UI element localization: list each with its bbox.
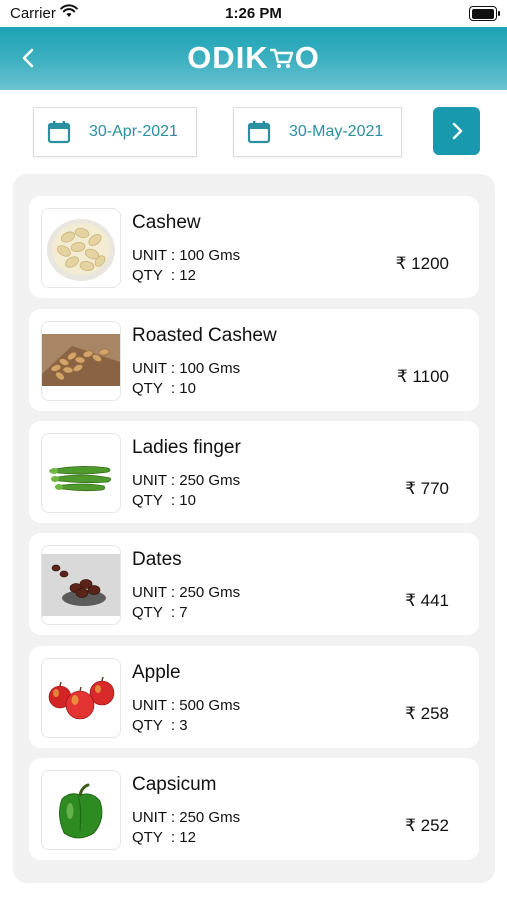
list-item[interactable]: Ladies finger UNIT : 250 Gms QTY : 10 ₹ … [29,421,479,523]
qty-label: QTY : [132,267,176,284]
logo-text-end: O [294,40,320,75]
product-name: Cashew [132,212,201,233]
unit-value: 250 Gms [179,472,241,489]
product-unit: UNIT : 250 Gms [132,809,240,826]
product-unit: UNIT : 100 Gms [132,360,240,377]
unit-label: UNIT : [132,360,176,377]
product-price: ₹ 1200 [395,254,449,273]
capsicum-image [41,770,121,850]
unit-value: 500 Gms [179,697,241,714]
qty-value: 3 [179,717,188,734]
product-price: ₹ 770 [405,479,449,498]
product-qty: QTY : 7 [132,604,188,621]
chevron-right-icon [452,122,462,140]
calendar-icon [47,121,71,144]
list-item[interactable]: Apple UNIT : 500 Gms QTY : 3 ₹ 258 [29,646,479,748]
qty-value: 12 [179,829,196,846]
qty-value: 10 [179,380,196,397]
product-price: ₹ 252 [405,816,449,835]
product-name: Capsicum [132,774,217,795]
product-qty: QTY : 12 [132,829,196,846]
unit-label: UNIT : [132,809,176,826]
qty-value: 7 [179,604,188,621]
product-name: Roasted Cashew [132,325,277,346]
product-price: ₹ 1100 [396,367,449,386]
list-item[interactable]: Capsicum UNIT : 250 Gms QTY : 12 ₹ 252 [29,758,479,860]
ladies-finger-image [41,433,121,513]
unit-label: UNIT : [132,247,176,264]
from-date-picker[interactable]: 30-Apr-2021 [33,107,197,157]
unit-label: UNIT : [132,697,176,714]
app-logo: ODIK O [0,40,507,78]
unit-value: 250 Gms [179,809,241,826]
calendar-icon [247,121,271,144]
list-item[interactable]: Dates UNIT : 250 Gms QTY : 7 ₹ 441 [29,533,479,635]
unit-value: 100 Gms [179,360,241,377]
list-item[interactable]: Roasted Cashew UNIT : 100 Gms QTY : 10 ₹… [29,309,479,411]
cart-icon [269,42,294,78]
logo-text: ODIK [187,40,269,75]
product-qty: QTY : 12 [132,267,196,284]
product-name: Ladies finger [132,437,241,458]
product-name: Dates [132,549,182,570]
product-qty: QTY : 3 [132,717,188,734]
clock: 1:26 PM [225,5,282,22]
product-name: Apple [132,662,181,683]
apple-image [41,658,121,738]
product-qty: QTY : 10 [132,492,196,509]
qty-label: QTY : [132,380,176,397]
unit-value: 250 Gms [179,584,241,601]
product-unit: UNIT : 500 Gms [132,697,240,714]
qty-value: 12 [179,267,196,284]
product-unit: UNIT : 100 Gms [132,247,240,264]
status-bar: Carrier 1:26 PM [0,0,507,27]
list-item[interactable]: Cashew UNIT : 100 Gms QTY : 12 ₹ 1200 [29,196,479,298]
from-date-text: 30-Apr-2021 [89,123,178,140]
product-unit: UNIT : 250 Gms [132,584,240,601]
unit-value: 100 Gms [179,247,241,264]
qty-label: QTY : [132,604,176,621]
cashew-image [41,208,121,288]
qty-label: QTY : [132,492,176,509]
qty-label: QTY : [132,717,176,734]
unit-label: UNIT : [132,584,176,601]
battery-icon [469,6,500,21]
product-price: ₹ 441 [405,591,449,610]
product-price: ₹ 258 [405,704,449,723]
to-date-picker[interactable]: 30-May-2021 [233,107,402,157]
app-header: ODIK O [0,27,507,90]
unit-label: UNIT : [132,472,176,489]
qty-label: QTY : [132,829,176,846]
qty-value: 10 [179,492,196,509]
dates-image [41,545,121,625]
product-unit: UNIT : 250 Gms [132,472,240,489]
roasted-cashew-image [41,321,121,401]
apply-date-button[interactable] [433,107,480,155]
to-date-text: 30-May-2021 [289,123,384,140]
product-qty: QTY : 10 [132,380,196,397]
